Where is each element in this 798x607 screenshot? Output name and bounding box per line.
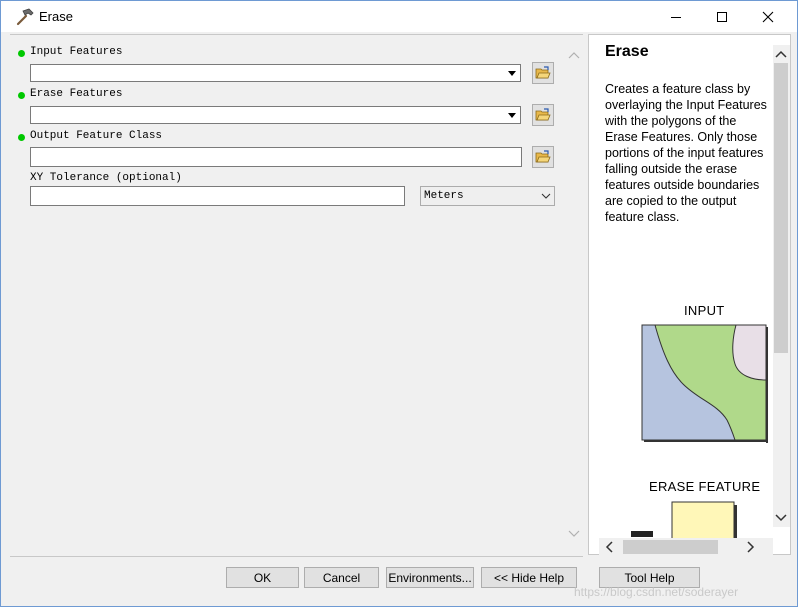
help-scroll-right-icon[interactable] — [744, 541, 756, 553]
close-icon — [762, 11, 774, 22]
linear-units-value: Meters — [424, 190, 464, 202]
window-title: Erase — [39, 9, 73, 24]
dropdown-arrow-icon[interactable] — [505, 108, 519, 122]
required-indicator — [18, 92, 25, 99]
scroll-up-arrow-icon[interactable] — [567, 49, 581, 61]
chevron-down-icon — [541, 193, 551, 199]
input-features-label: Input Features — [30, 46, 123, 58]
output-feature-class-label: Output Feature Class — [30, 130, 163, 142]
ok-button[interactable]: OK — [226, 567, 299, 588]
cancel-button[interactable]: Cancel — [304, 567, 379, 588]
help-vertical-scroll-thumb[interactable] — [774, 63, 788, 353]
input-features-browse-button[interactable] — [532, 62, 554, 84]
xy-tolerance-label: XY Tolerance (optional) — [30, 172, 182, 184]
help-scroll-up-icon[interactable] — [775, 49, 787, 61]
minimize-icon — [671, 16, 681, 18]
erase-tool-dialog: Erase Input Features Erase Features Outp… — [0, 0, 798, 607]
open-folder-icon — [535, 150, 551, 163]
erase-features-browse-button[interactable] — [532, 104, 554, 126]
help-title: Erase — [605, 43, 649, 60]
figure-erase-label: ERASE FEATURE — [649, 479, 761, 494]
xy-tolerance-input[interactable] — [30, 186, 405, 206]
close-button[interactable] — [745, 1, 791, 32]
help-description: Creates a feature class by overlaying th… — [605, 82, 767, 224]
help-pane: Erase Creates a feature class by overlay… — [588, 34, 791, 555]
minimize-button[interactable] — [653, 1, 699, 32]
environments-button[interactable]: Environments... — [386, 567, 474, 588]
output-feature-class-input[interactable] — [30, 147, 522, 167]
open-folder-icon — [535, 66, 551, 79]
required-indicator — [18, 134, 25, 141]
required-indicator — [18, 50, 25, 57]
linear-units-select[interactable]: Meters — [420, 186, 555, 206]
open-folder-icon — [535, 108, 551, 121]
maximize-button[interactable] — [699, 1, 745, 32]
maximize-icon — [717, 11, 727, 22]
erase-features-label: Erase Features — [30, 88, 123, 100]
watermark-text: https://blog.csdn.net/soderayer — [574, 585, 739, 599]
output-feature-class-browse-button[interactable] — [532, 146, 554, 168]
help-scroll-down-icon[interactable] — [775, 511, 787, 523]
dropdown-arrow-icon[interactable] — [505, 66, 519, 80]
help-horizontal-scroll-thumb[interactable] — [623, 540, 718, 554]
figure-input-label: INPUT — [684, 303, 725, 318]
input-map-figure — [641, 324, 768, 443]
erase-features-combo[interactable] — [30, 106, 521, 124]
input-features-combo[interactable] — [30, 64, 521, 82]
help-scroll-left-icon[interactable] — [604, 541, 616, 553]
hide-help-button[interactable]: << Hide Help — [481, 567, 577, 588]
title-bar: Erase — [1, 1, 797, 32]
hammer-icon — [16, 8, 34, 26]
scroll-down-arrow-icon[interactable] — [567, 528, 581, 540]
